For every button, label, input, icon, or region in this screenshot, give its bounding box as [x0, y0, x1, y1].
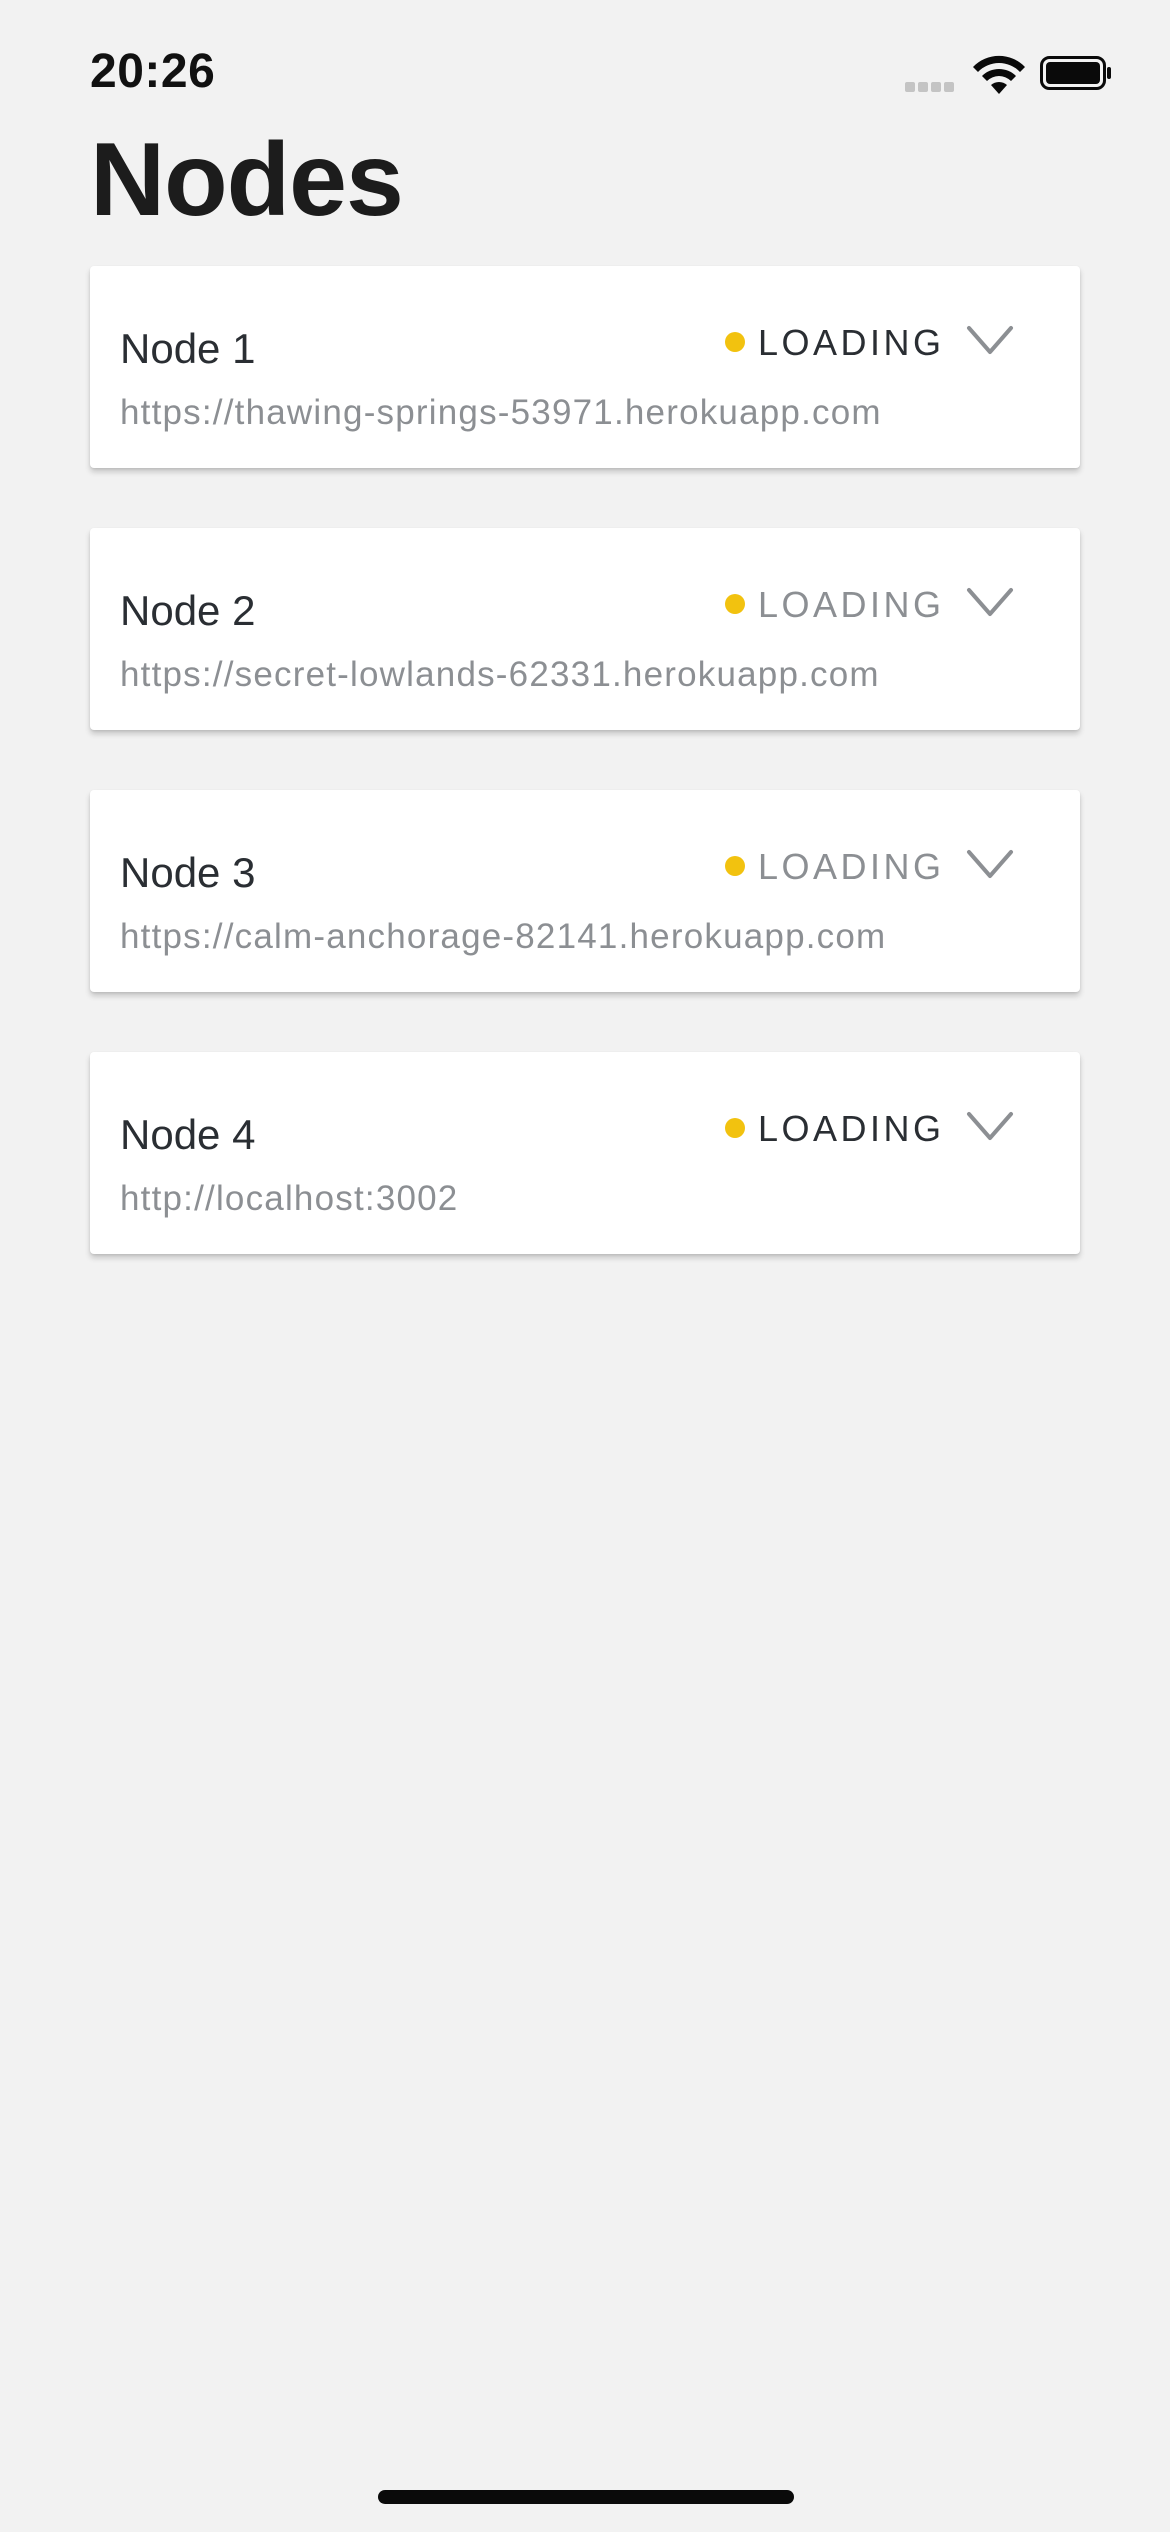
node-card[interactable]: Node 3 LOADING https://calm-anchorage-82… [90, 790, 1080, 992]
status-time: 20:26 [90, 45, 216, 98]
node-url: http://localhost:3002 [120, 1179, 459, 1218]
chevron-down-icon[interactable] [966, 324, 1014, 358]
status-indicator-dot [725, 856, 745, 876]
chevron-down-icon[interactable] [966, 1110, 1014, 1144]
status-indicator-dot [725, 594, 745, 614]
node-status: LOADING [758, 584, 945, 625]
node-url: https://secret-lowlands-62331.herokuapp.… [120, 655, 880, 694]
node-list: Node 1 LOADING https://thawing-springs-5… [90, 266, 1080, 1314]
cellular-signal-icon [905, 82, 961, 92]
chevron-down-icon[interactable] [966, 848, 1014, 882]
node-name: Node 3 [120, 849, 256, 896]
battery-icon [1040, 56, 1111, 90]
wifi-icon [973, 55, 1025, 94]
node-name: Node 1 [120, 325, 256, 372]
home-indicator[interactable] [378, 2490, 794, 2504]
node-name: Node 2 [120, 587, 256, 634]
node-url: https://calm-anchorage-82141.herokuapp.c… [120, 917, 887, 956]
node-name: Node 4 [120, 1111, 256, 1158]
chevron-down-icon[interactable] [966, 586, 1014, 620]
status-indicator-dot [725, 332, 745, 352]
node-card[interactable]: Node 2 LOADING https://secret-lowlands-6… [90, 528, 1080, 730]
node-status: LOADING [758, 846, 945, 887]
node-card[interactable]: Node 1 LOADING https://thawing-springs-5… [90, 266, 1080, 468]
status-indicator-dot [725, 1118, 745, 1138]
node-status: LOADING [758, 1108, 945, 1149]
node-url: https://thawing-springs-53971.herokuapp.… [120, 393, 882, 432]
node-card[interactable]: Node 4 LOADING http://localhost:3002 [90, 1052, 1080, 1254]
node-status: LOADING [758, 322, 945, 363]
page-title: Nodes [90, 122, 404, 238]
